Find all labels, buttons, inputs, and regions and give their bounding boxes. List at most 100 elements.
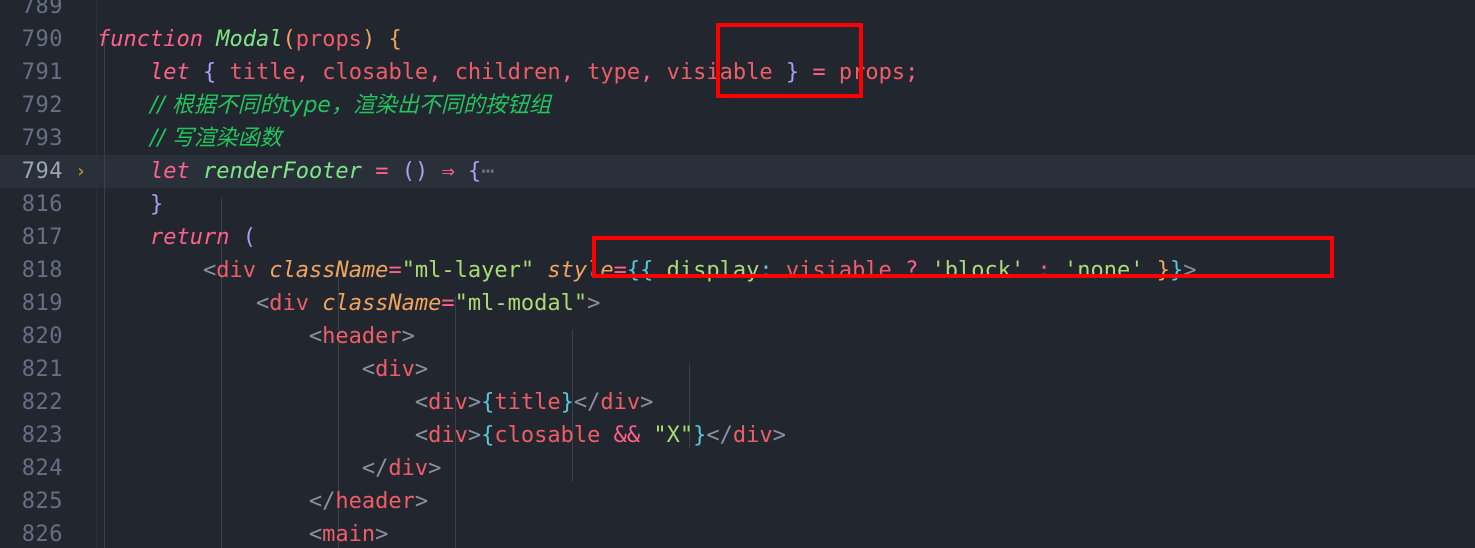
code-token: // 写渲染函数 [149, 126, 282, 151]
code-token: div [269, 291, 309, 316]
fold-chevron-icon[interactable]: › [72, 155, 90, 188]
code-token: className [322, 291, 442, 316]
line-number[interactable]: 789 [0, 0, 63, 23]
code-token: div [375, 357, 415, 382]
line-number[interactable]: 823 [0, 419, 63, 452]
code-line[interactable]: let renderFooter = () ⇒ {⋯ [97, 155, 1475, 188]
code-token: } [1170, 258, 1184, 283]
code-line[interactable]: </div> [97, 452, 1475, 485]
code-token: > [1183, 258, 1197, 283]
line-number[interactable]: 791 [0, 56, 63, 89]
code-token: > [428, 456, 442, 481]
code-token: = [375, 159, 389, 184]
gutter-separator [96, 0, 97, 548]
code-token: < [202, 258, 217, 283]
code-token: </ [706, 423, 733, 448]
line-number[interactable]: 816 [0, 188, 63, 221]
code-token: div [428, 423, 468, 448]
line-number[interactable]: 825 [0, 485, 63, 518]
code-token: title [494, 390, 561, 415]
code-token: display [666, 258, 760, 283]
code-token: = [812, 60, 826, 85]
code-line[interactable]: // 写渲染函数 [97, 122, 1475, 155]
code-token: div [388, 456, 429, 481]
code-token: props [295, 27, 362, 52]
line-number[interactable]: 820 [0, 320, 63, 353]
code-token: < [308, 324, 323, 349]
line-number[interactable]: 793 [0, 122, 63, 155]
code-line[interactable]: <header> [97, 320, 1475, 353]
code-token: : [759, 258, 773, 283]
line-number[interactable]: 824 [0, 452, 63, 485]
code-token: > [414, 489, 429, 514]
code-token: visiable [666, 60, 773, 85]
code-line[interactable]: <div> [97, 353, 1475, 386]
code-line[interactable]: } [97, 188, 1475, 221]
code-token: div [216, 258, 256, 283]
line-number[interactable]: 826 [0, 518, 63, 548]
code-text-layer[interactable]: function Modal(props) { let { title, clo… [97, 0, 1475, 548]
code-line[interactable]: </header> [97, 485, 1475, 518]
code-token: visiable [785, 258, 892, 283]
line-number-gutter: 789 790 791 792 793 794 › 816 817 818 819 820 821 822… [0, 0, 97, 548]
code-line[interactable]: return ( [97, 221, 1475, 254]
line-number[interactable]: 819 [0, 287, 63, 320]
code-line[interactable]: // 根据不同的type，渲染出不同的按钮组 [97, 89, 1475, 122]
code-editor-viewport[interactable]: function Modal(props) { let { title, clo… [0, 0, 1475, 548]
code-line[interactable]: <div>{title}</div> [97, 386, 1475, 419]
code-token: let [149, 159, 190, 184]
code-token: ( [401, 159, 415, 184]
code-token: className [269, 258, 389, 283]
line-number[interactable]: 817 [0, 221, 63, 254]
line-number[interactable]: 794 [0, 155, 63, 188]
code-token: main [322, 522, 376, 547]
code-token: { [481, 423, 495, 448]
code-token: header [322, 324, 402, 349]
code-line[interactable]: <div className="ml-modal"> [97, 287, 1475, 320]
line-number[interactable]: 821 [0, 353, 63, 386]
line-number[interactable]: 790 [0, 23, 63, 56]
line-number[interactable]: 822 [0, 386, 63, 419]
code-token: // 根据不同的type，渲染出不同的按钮组 [149, 93, 551, 118]
code-token: 'none' [1064, 258, 1144, 283]
line-number[interactable]: 792 [0, 89, 63, 122]
code-token: div [600, 390, 641, 415]
code-line[interactable]: <div>{closable && "X"}</div> [97, 419, 1475, 452]
code-token: = [613, 258, 627, 283]
code-token: > [772, 423, 786, 448]
code-line[interactable]: <div className="ml-layer" style={{ displ… [97, 254, 1475, 287]
code-token: { [481, 390, 495, 415]
line-number[interactable]: 818 [0, 254, 63, 287]
code-line[interactable]: function Modal(props) { [97, 23, 1475, 56]
code-line[interactable]: <main> [97, 518, 1475, 548]
code-line[interactable] [97, 0, 1475, 23]
code-token: closable [494, 423, 601, 448]
code-line[interactable]: let { title, closable, children, type, v… [97, 56, 1475, 89]
